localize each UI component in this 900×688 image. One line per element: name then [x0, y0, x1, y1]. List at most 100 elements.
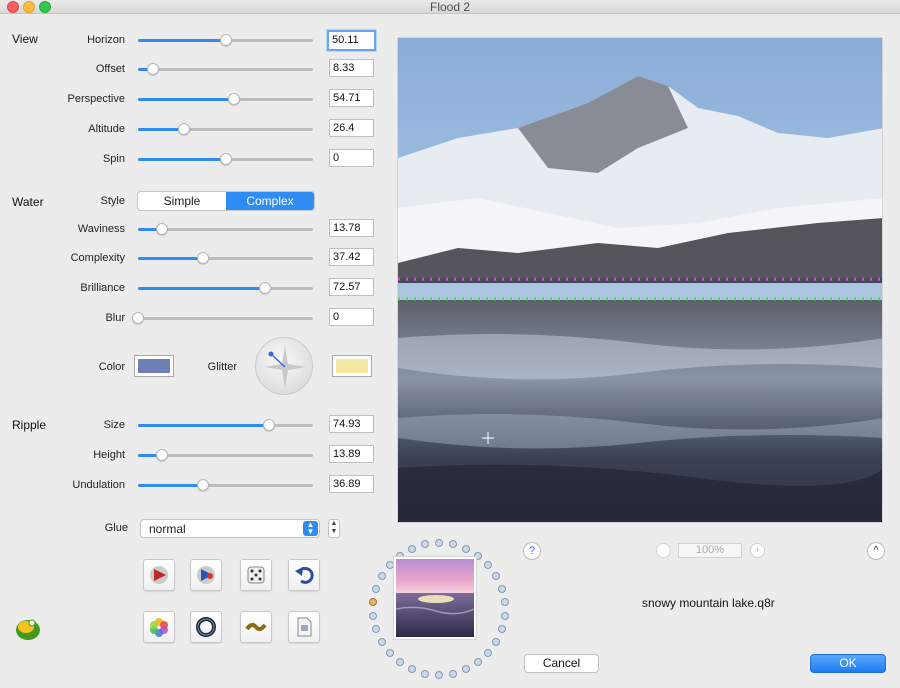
glue-label: Glue — [104, 522, 128, 534]
preset-dot[interactable] — [369, 611, 378, 620]
dice-icon[interactable] — [240, 559, 272, 591]
preset-dot[interactable] — [473, 658, 482, 667]
preset-dot[interactable] — [408, 665, 417, 674]
preset-dot[interactable] — [500, 611, 509, 620]
style-complex-option[interactable]: Complex — [226, 192, 314, 210]
glue-select[interactable]: normal ▲ ▼ — [140, 519, 320, 538]
cancel-button[interactable]: Cancel — [524, 654, 599, 673]
preset-dot[interactable] — [421, 669, 430, 678]
ring-icon[interactable] — [190, 611, 222, 643]
slider-knob[interactable] — [132, 312, 144, 324]
style-segmented-control[interactable]: Simple Complex — [137, 191, 315, 211]
glue-stepper[interactable]: ▲ ▼ — [328, 519, 340, 538]
preset-dot[interactable] — [385, 649, 394, 658]
photos-icon[interactable] — [143, 611, 175, 643]
zoom-out-button[interactable] — [656, 543, 671, 558]
preset-dot[interactable] — [461, 544, 470, 553]
wave-icon[interactable] — [240, 611, 272, 643]
preset-dot[interactable] — [461, 665, 470, 674]
preset-thumbnail[interactable] — [393, 556, 477, 640]
brilliance-label: Brilliance — [80, 282, 125, 294]
complexity-field[interactable]: 37.42 — [329, 248, 374, 266]
glitter-label: Glitter — [207, 361, 237, 373]
offset-label: Offset — [95, 63, 125, 75]
preset-dot[interactable] — [435, 539, 443, 547]
offset-slider[interactable] — [138, 62, 313, 76]
collapse-button[interactable]: ^ — [867, 542, 885, 560]
glitter-direction-dial[interactable] — [255, 337, 313, 395]
preset-dot[interactable] — [448, 669, 457, 678]
perspective-slider[interactable] — [138, 92, 313, 106]
preset-dot[interactable] — [421, 540, 430, 549]
preset-dot[interactable] — [484, 560, 493, 569]
preset-dot[interactable] — [435, 671, 443, 679]
slider-fill — [138, 484, 203, 487]
brilliance-field[interactable]: 72.57 — [329, 278, 374, 296]
preset-dot[interactable] — [500, 598, 509, 607]
height-slider[interactable] — [138, 448, 313, 462]
slider-knob[interactable] — [219, 153, 232, 165]
blur-field[interactable]: 0 — [329, 308, 374, 326]
waviness-field[interactable]: 13.78 — [329, 219, 374, 237]
perspective-field[interactable]: 54.71 — [329, 89, 374, 107]
slider-fill — [138, 257, 204, 260]
slider-knob[interactable] — [146, 63, 159, 75]
style-simple-option[interactable]: Simple — [138, 192, 226, 210]
size-field[interactable]: 74.93 — [329, 415, 374, 433]
slider-track — [138, 317, 313, 320]
random-blue-icon[interactable] — [190, 559, 222, 591]
preset-dot[interactable] — [484, 649, 493, 658]
preview-image[interactable] — [397, 37, 883, 523]
altitude-slider[interactable] — [138, 122, 313, 136]
zoom-in-button[interactable]: + — [750, 543, 765, 558]
slider-knob[interactable] — [178, 123, 191, 135]
height-field[interactable]: 13.89 — [329, 445, 374, 463]
slider-track — [138, 68, 313, 71]
slider-knob[interactable] — [219, 34, 232, 46]
preset-dot[interactable] — [492, 572, 501, 580]
horizon-label: Horizon — [87, 34, 125, 46]
spin-slider[interactable] — [138, 152, 313, 166]
preset-dot[interactable] — [492, 638, 501, 646]
altitude-field[interactable]: 26.4 — [329, 119, 374, 137]
horizon-field[interactable]: 50.11 — [327, 30, 376, 51]
slider-knob[interactable] — [258, 282, 271, 294]
offset-field[interactable]: 8.33 — [329, 59, 374, 77]
spin-field[interactable]: 0 — [329, 149, 374, 167]
slider-knob[interactable] — [156, 449, 169, 461]
slider-knob[interactable] — [156, 223, 169, 235]
help-button[interactable]: ? — [523, 542, 541, 560]
file-icon[interactable] — [288, 611, 320, 643]
waviness-slider[interactable] — [138, 222, 313, 236]
ok-button[interactable]: OK — [810, 654, 886, 673]
slider-knob[interactable] — [196, 479, 209, 491]
title-bar: Flood 2 — [0, 0, 900, 14]
undo-icon[interactable] — [288, 559, 320, 591]
preset-dot[interactable] — [448, 540, 457, 549]
slider-knob[interactable] — [227, 93, 240, 105]
preset-dot[interactable] — [408, 544, 417, 553]
preset-dot[interactable] — [369, 598, 378, 607]
spin-label: Spin — [102, 153, 125, 165]
preset-dot[interactable] — [372, 625, 381, 634]
undulation-field[interactable]: 36.89 — [329, 475, 374, 493]
undulation-slider[interactable] — [138, 478, 313, 492]
preset-dot[interactable] — [377, 638, 386, 646]
preset-dot[interactable] — [497, 584, 506, 593]
slider-knob[interactable] — [197, 252, 210, 264]
preset-dot[interactable] — [377, 572, 386, 580]
glitter-color-well[interactable] — [332, 355, 372, 377]
preset-dot[interactable] — [372, 584, 381, 593]
blur-slider[interactable] — [132, 311, 313, 325]
random-red-icon[interactable] — [143, 559, 175, 591]
size-label: Size — [103, 419, 125, 431]
height-label: Height — [93, 449, 125, 461]
preset-dot[interactable] — [497, 625, 506, 634]
preset-filename: snowy mountain lake.q8r — [642, 596, 775, 610]
brilliance-slider[interactable] — [138, 281, 313, 295]
horizon-slider[interactable] — [138, 33, 313, 47]
slider-knob[interactable] — [263, 419, 276, 431]
complexity-slider[interactable] — [138, 251, 313, 265]
preset-dot[interactable] — [396, 658, 405, 667]
size-slider[interactable] — [138, 418, 313, 432]
